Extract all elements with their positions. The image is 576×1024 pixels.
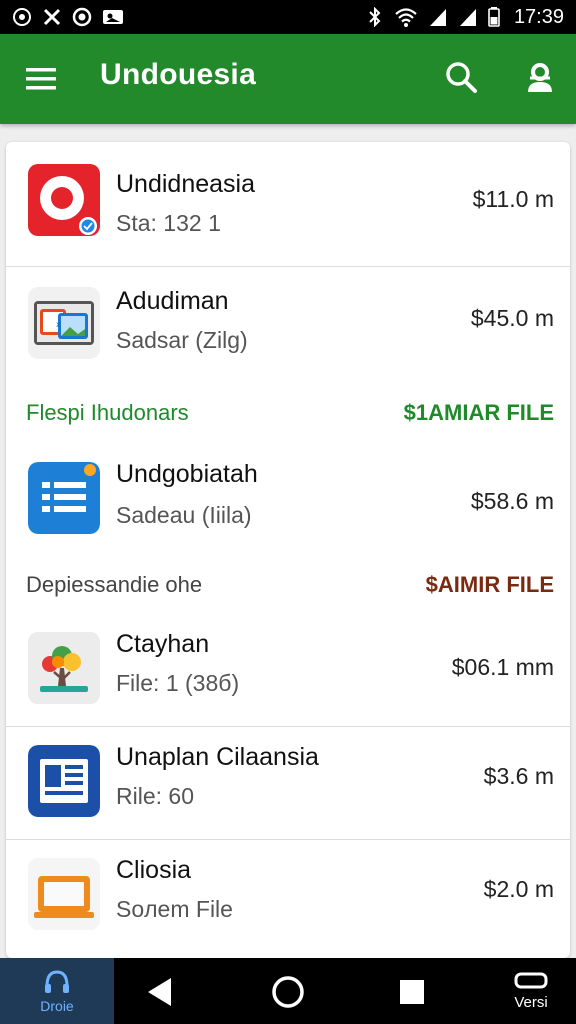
- account-icon: [528, 63, 552, 92]
- item-price: $58.6 m: [470, 488, 554, 514]
- list-item[interactable]: Ctayhan File: 1 (38б) $06.1 mm: [6, 614, 570, 726]
- back-triangle-icon: [148, 978, 171, 1006]
- list-item[interactable]: x Adudiman Sadsar (Zilg) $45.0 m: [6, 267, 570, 379]
- app-title: Undouesia: [100, 58, 257, 91]
- item-price: $11.0 m: [472, 186, 554, 212]
- list-item[interactable]: Cliosia Soлem File $2.0 m: [6, 840, 570, 952]
- home-circle-icon: [272, 976, 304, 1008]
- item-meta: Rile: 60: [116, 783, 194, 809]
- section-action-button[interactable]: $1AMIAR FILE: [404, 400, 554, 426]
- status-right-icons: 17:39: [366, 6, 564, 29]
- photo-folder-icon: x: [28, 287, 100, 359]
- photo-icon: [102, 8, 124, 26]
- vr-headset-icon: [514, 972, 548, 989]
- hamburger-menu-icon: [26, 68, 56, 90]
- navigation-bar: Droie Versi: [0, 958, 576, 1024]
- item-name: Cliosia: [116, 856, 192, 884]
- recents-button[interactable]: [390, 970, 434, 1014]
- status-time: 17:39: [513, 5, 564, 28]
- battery-icon: [488, 7, 500, 27]
- signal-icon: [428, 7, 448, 27]
- item-price: $2.0 m: [483, 876, 554, 902]
- item-meta: Soлem File: [116, 896, 233, 922]
- item-name: Adudiman: [116, 287, 229, 315]
- item-price: $06.1 mm: [451, 654, 554, 680]
- search-button[interactable]: [442, 58, 482, 98]
- status-bar: 17:39: [0, 0, 576, 34]
- list-item[interactable]: Unaplan Cilaansia Rile: 60 $3.6 m: [6, 727, 570, 839]
- home-tab-label: Droie: [40, 998, 74, 1014]
- section-action-button[interactable]: $AIMIR FILE: [426, 572, 554, 598]
- item-name: Unaplan Cilaansia: [116, 743, 319, 771]
- newspaper-icon: [28, 745, 100, 817]
- list-item[interactable]: Undidneasia Sta: 132 1 $11.0 m: [6, 142, 570, 266]
- signal-icon: [458, 7, 478, 27]
- item-price: $45.0 m: [470, 305, 554, 331]
- svg-text:x: x: [56, 320, 61, 329]
- item-meta: Sadeau (Iiila): [116, 502, 252, 528]
- item-meta: File: 1 (38б): [116, 670, 240, 696]
- headset-icon: [45, 970, 69, 993]
- back-button[interactable]: [138, 970, 182, 1014]
- account-button[interactable]: [520, 58, 560, 98]
- item-meta: Sta: 132 1: [116, 210, 221, 236]
- tools-icon: [42, 7, 62, 27]
- recents-square-icon: [400, 980, 424, 1004]
- item-price: $3.6 m: [483, 763, 554, 789]
- section-label: Flespi Ihudonars: [26, 400, 189, 425]
- section-header: Flespi Ihudonars $1AMIAR FILE: [6, 394, 570, 430]
- tree-icon: [28, 632, 100, 704]
- settings-circle-icon: [12, 7, 32, 27]
- section-header: Depiessandie ohe $AIMIR FILE: [6, 568, 570, 604]
- file-list-card: Undidneasia Sta: 132 1 $11.0 m x Adudima…: [6, 142, 570, 958]
- list-document-icon: [28, 462, 100, 534]
- menu-button[interactable]: [24, 64, 58, 94]
- status-left-icons: [12, 7, 124, 27]
- red-ring-app-icon: [28, 164, 100, 236]
- record-icon: [72, 7, 92, 27]
- version-tab[interactable]: Versi: [486, 958, 576, 1024]
- search-icon: [446, 62, 477, 93]
- item-meta: Sadsar (Zilg): [116, 327, 248, 353]
- item-name: Undidneasia: [116, 170, 255, 198]
- laptop-icon: [28, 858, 100, 930]
- section-label: Depiessandie ohe: [26, 572, 203, 597]
- home-tab[interactable]: Droie: [0, 958, 114, 1024]
- item-name: Ctayhan: [116, 630, 210, 658]
- list-item[interactable]: Undgobiatah Sadeau (Iiila) $58.6 m: [6, 444, 570, 554]
- bluetooth-icon: [366, 7, 384, 27]
- wifi-icon: [394, 7, 418, 27]
- home-button[interactable]: [266, 970, 310, 1014]
- version-tab-label: Versi: [514, 994, 548, 1011]
- item-name: Undgobiatah: [116, 460, 258, 488]
- app-bar: Undouesia: [0, 34, 576, 124]
